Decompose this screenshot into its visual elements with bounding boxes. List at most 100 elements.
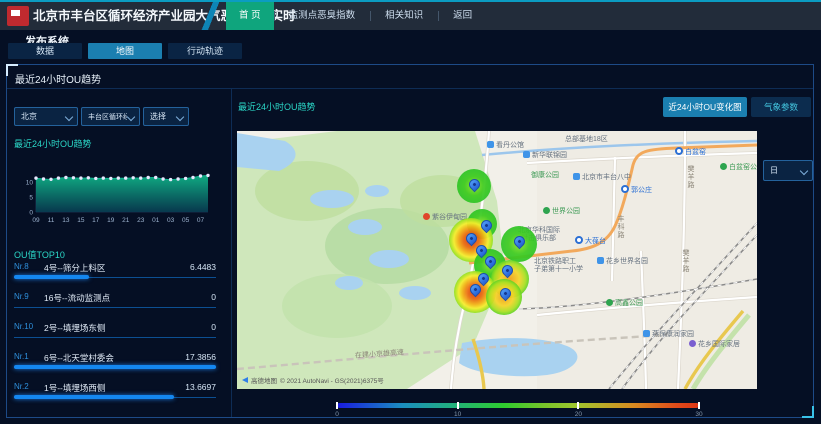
- nav-item-1[interactable]: 监测点恶臭指数: [274, 2, 371, 30]
- ou-value: 0: [211, 322, 216, 332]
- map-label: 高鑫公园: [606, 299, 643, 307]
- ou-value: 13.6697: [185, 382, 216, 392]
- map-panel-title: 最近24小时OU趋势: [238, 100, 316, 113]
- blue-poi-icon: [573, 173, 580, 180]
- map-label: 樊羊路: [687, 165, 694, 189]
- ou-value: 0: [211, 292, 216, 302]
- svg-text:01: 01: [152, 217, 160, 224]
- svg-text:19: 19: [107, 217, 115, 224]
- site-name: 6号--北天堂村委会: [44, 352, 114, 364]
- map-label: 花乡国际家居: [689, 340, 740, 348]
- site-name: 16号--流动监测点: [44, 292, 110, 304]
- site-name: 1号--填埋场西侧: [44, 382, 105, 394]
- svg-text:21: 21: [122, 217, 130, 224]
- green-poi-icon: [606, 299, 613, 306]
- rank-label: Nr.9: [14, 292, 29, 301]
- publish-tab-0[interactable]: 数据: [8, 43, 82, 59]
- svg-text:0: 0: [29, 210, 33, 217]
- nav-item-3[interactable]: 返回: [438, 2, 487, 30]
- map-mode-button-1[interactable]: 气象参数: [751, 97, 811, 117]
- site-select-value: 丰台区循环经济产: [88, 112, 127, 122]
- svg-text:03: 03: [167, 217, 175, 224]
- map-label: 花乡世界名园: [597, 257, 648, 265]
- ou-value: 17.3856: [185, 352, 216, 362]
- map-label: 北京市丰台八中: [573, 173, 631, 181]
- region-select[interactable]: 北京: [14, 107, 78, 126]
- map-label: 子弟第十一小学: [534, 266, 583, 273]
- station-select[interactable]: 选择: [143, 107, 189, 126]
- green-poi-icon: [720, 163, 727, 170]
- scale-tick-mark: [336, 402, 338, 409]
- map-canvas[interactable]: 总部基地18区看丹公馆新华联锦园御康公园北京市丰台八中郭公庄白盆窑白盆窑公园紫谷…: [237, 131, 757, 389]
- rank-label: Nr.2: [14, 382, 29, 391]
- scale-tick-mark: [457, 402, 459, 409]
- map-label: 看丹公馆: [487, 141, 524, 149]
- chevron-down-icon: [800, 167, 808, 175]
- svg-text:15: 15: [77, 217, 85, 224]
- chevron-down-icon: [176, 113, 184, 121]
- app-logo-icon: [7, 6, 29, 26]
- top-list-row: Nr.10 2号--填埋场东侧 0: [14, 320, 216, 350]
- map-label: 樊羊路: [682, 249, 689, 273]
- station-select-value: 选择: [150, 111, 166, 122]
- scale-tick-mark: [577, 402, 579, 409]
- svg-text:17: 17: [92, 217, 100, 224]
- color-scale-bar: [337, 403, 699, 408]
- svg-text:5: 5: [29, 195, 33, 202]
- site-select[interactable]: 丰台区循环经济产: [81, 107, 140, 126]
- svg-text:05: 05: [182, 217, 190, 224]
- map-label: 新华联锦园: [523, 151, 567, 159]
- trend-chart-label: 最近24小时OU趋势: [14, 137, 92, 150]
- blue-poi-icon: [643, 330, 650, 337]
- publish-tab-2[interactable]: 行动轨迹: [168, 43, 242, 59]
- blue-poi-icon: [523, 151, 530, 158]
- svg-text:09: 09: [32, 217, 40, 224]
- trend-chart: 0911131517192123010305070510: [22, 168, 218, 226]
- layer-select-value: 日: [770, 165, 778, 176]
- top-list-row: Nr.84号--筛分上料区6.4483: [14, 260, 216, 290]
- metro-poi-icon: [675, 147, 683, 155]
- nav-item-0[interactable]: 首 页: [226, 2, 274, 30]
- layer-select[interactable]: 日: [763, 160, 813, 181]
- chevron-down-icon: [127, 113, 135, 121]
- map-label: 御康公园: [531, 172, 559, 179]
- ou-color-scale: 0102030: [337, 401, 699, 419]
- amap-logo-icon: [242, 377, 248, 383]
- map-brand: 高德地图: [251, 375, 277, 385]
- map-mode-button-0[interactable]: 近24小时OU变化图: [663, 97, 747, 117]
- bar-fill: [14, 395, 174, 399]
- rank-label: Nr.1: [14, 352, 29, 361]
- top-list: Nr.84号--筛分上料区6.4483Nr.916号--流动监测点0Nr.102…: [14, 260, 216, 410]
- map-attribution: 高德地图 © 2021 AutoNavi - GS(2021)6375号: [242, 375, 384, 385]
- top-list-row: Nr.2 1号--填埋场西侧 13.6697: [14, 380, 216, 410]
- metro-poi-icon: [621, 185, 629, 193]
- map-label: 总部基地18区: [565, 136, 608, 143]
- map-label: 白盆窑公园: [720, 163, 757, 171]
- map-label: 大葆台: [575, 236, 606, 245]
- region-select-value: 北京: [21, 111, 37, 122]
- scale-tick-label: 10: [454, 411, 461, 418]
- blue-poi-icon: [487, 141, 494, 148]
- purple-poi-icon: [689, 340, 696, 347]
- scale-tick-label: 30: [695, 411, 702, 418]
- nav-item-2[interactable]: 相关知识: [370, 2, 438, 30]
- green-poi-icon: [543, 207, 550, 214]
- map-label: 丰科路: [617, 215, 624, 239]
- map-label: 燕保康润家园: [643, 330, 694, 338]
- rank-label: Nr.10: [14, 322, 33, 331]
- bar-track: [14, 307, 216, 308]
- map-label: 郭公庄: [621, 185, 652, 194]
- publish-tab-1[interactable]: 地图: [88, 43, 162, 59]
- svg-text:07: 07: [197, 217, 205, 224]
- bar-fill: [14, 365, 216, 369]
- red-poi-icon: [423, 213, 430, 220]
- scale-tick-label: 20: [575, 411, 582, 418]
- site-name: 2号--填埋场东侧: [44, 322, 105, 334]
- bar-track: [14, 367, 216, 368]
- bar-fill: [14, 275, 89, 279]
- bar-track: [14, 397, 216, 398]
- map-label: 白盆窑: [675, 147, 706, 156]
- publish-tabs: 数据地图行动轨迹: [8, 43, 242, 59]
- chevron-down-icon: [65, 113, 73, 121]
- bar-track: [14, 337, 216, 338]
